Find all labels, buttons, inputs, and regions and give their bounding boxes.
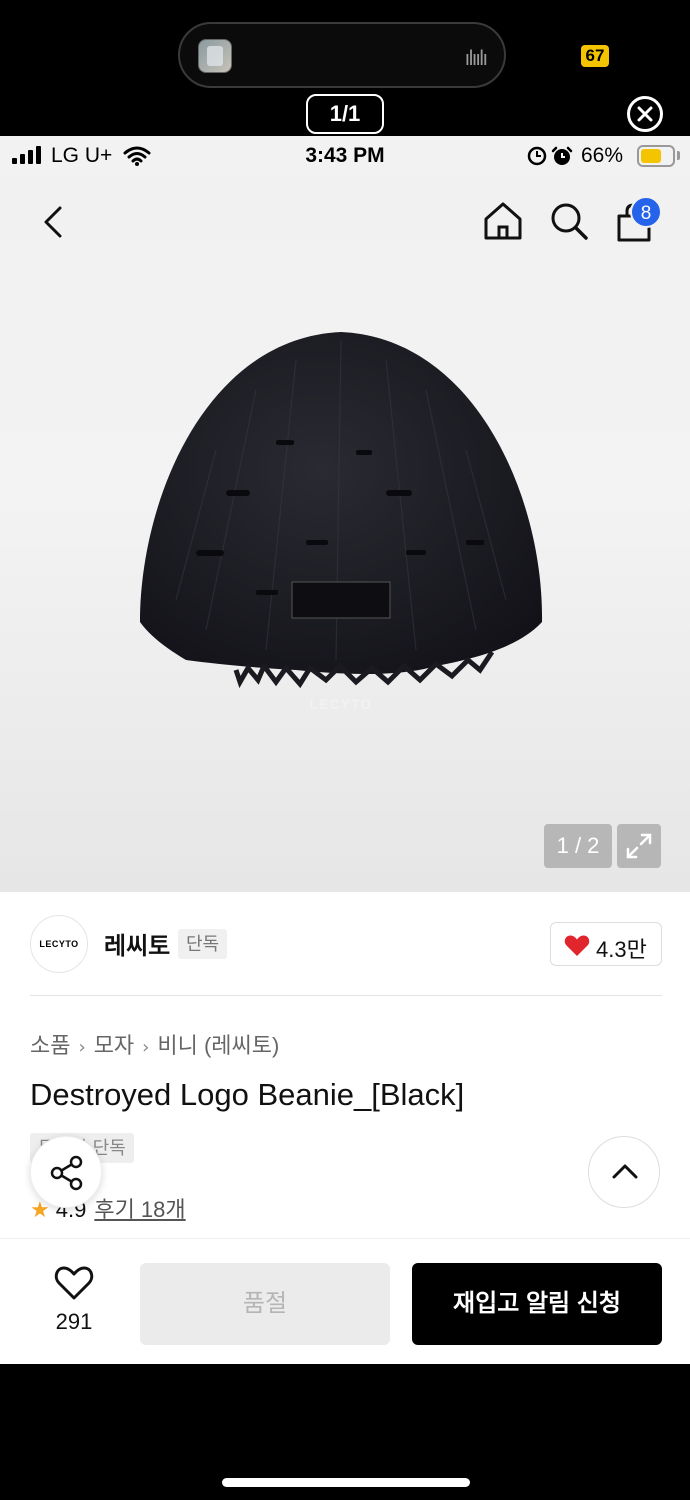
wishlist-button[interactable]: 291 [44,1265,104,1337]
battery-tip [677,151,680,160]
viewer-header: ılıılı 67 1/1 [0,0,690,136]
status-bar: LG U+ 3:43 PM 66% [0,136,690,176]
divider [30,995,662,996]
audio-wave-icon: ılıılı [464,46,488,70]
close-icon[interactable] [627,96,663,132]
image-counter: 1 / 2 [544,824,612,868]
sold-out-button[interactable]: 품절 [140,1263,390,1345]
brand-name[interactable]: 레씨토 [104,926,170,961]
restock-alert-button[interactable]: 재입고 알림 신청 [412,1263,662,1345]
expand-button[interactable] [617,824,661,868]
alarm-icon [527,146,573,166]
home-indicator[interactable] [222,1478,470,1487]
reviews-link[interactable]: 후기 18개 [94,1197,185,1222]
expand-icon [626,833,652,859]
wishlist-count: 291 [55,1309,93,1334]
cart-count-badge: 8 [630,196,662,228]
notification-badge: 67 [581,45,609,67]
battery-percent: 66% [581,144,624,167]
chevron-right-icon: › [142,1037,150,1058]
breadcrumb-item[interactable]: 소품 [30,1033,70,1058]
scroll-to-top-button[interactable] [588,1136,660,1208]
app-screen: LG U+ 3:43 PM 66% 8 LECYTO 1 / 2 LECYTO … [0,136,690,1364]
breadcrumb-item[interactable]: 모자 [94,1033,134,1058]
dynamic-island: ılıılı [178,22,506,88]
search-icon[interactable] [548,200,590,242]
exclusive-tag: 단독 [178,929,228,959]
chevron-up-icon [612,1164,638,1179]
heart-filled-icon [564,935,590,956]
viewer-page-counter: 1/1 [306,94,384,134]
home-icon[interactable] [482,200,524,242]
chevron-right-icon: › [78,1037,86,1058]
brand-like-count: 4.3만 [596,937,647,962]
battery-icon [637,145,675,167]
now-playing-thumbnail [198,39,232,73]
share-button[interactable] [30,1136,102,1208]
product-gallery[interactable]: 8 LECYTO 1 / 2 [0,176,690,892]
battery-level [641,149,661,163]
brand-logo[interactable]: LECYTO [30,915,88,973]
purchase-action-bar: 291 품절 재입고 알림 신청 [0,1238,690,1364]
heart-outline-icon [54,1266,94,1300]
breadcrumb: 소품 › 모자 › 비니 (레씨토) [30,1028,279,1060]
chevron-left-icon [44,206,62,238]
back-button[interactable] [38,202,70,242]
brand-like-button[interactable]: 4.3만 [550,922,662,966]
product-title: Destroyed Logo Beanie_[Black] [30,1077,465,1112]
share-icon [50,1155,83,1191]
product-image-beanie[interactable] [136,330,546,690]
breadcrumb-item[interactable]: 비니 (레씨토) [157,1033,279,1058]
beanie-logo-label: LECYTO [309,696,373,712]
